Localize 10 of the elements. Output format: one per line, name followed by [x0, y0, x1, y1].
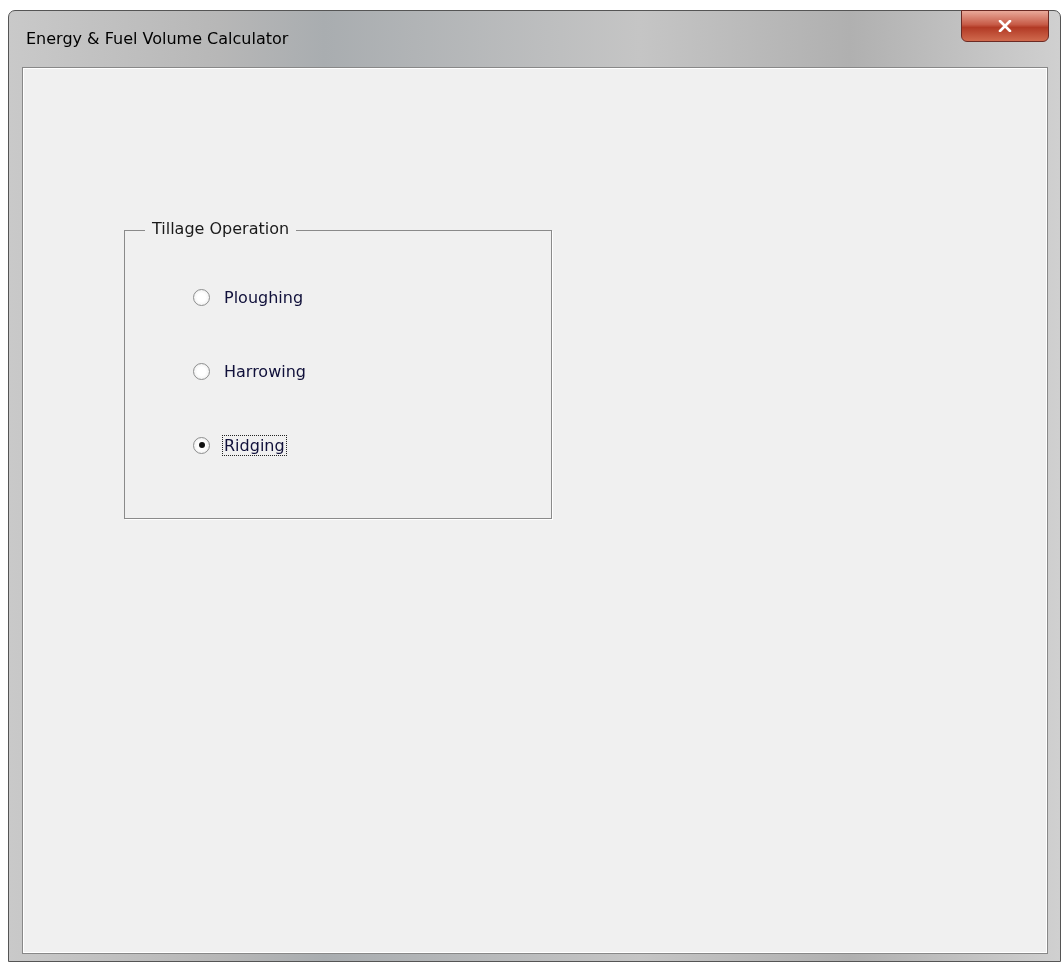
close-button[interactable]	[961, 10, 1049, 42]
radio-button[interactable]	[193, 362, 210, 380]
window-title: Energy & Fuel Volume Calculator	[26, 29, 289, 48]
radio-label[interactable]: Harrowing	[222, 360, 308, 382]
radio-button[interactable]	[193, 288, 210, 306]
radio-label[interactable]: Ridging	[222, 434, 287, 456]
close-icon	[998, 20, 1012, 32]
radio-label[interactable]: Ploughing	[222, 286, 306, 308]
group-title: Tillage Operation	[145, 219, 297, 238]
radio-button[interactable]	[193, 436, 210, 454]
